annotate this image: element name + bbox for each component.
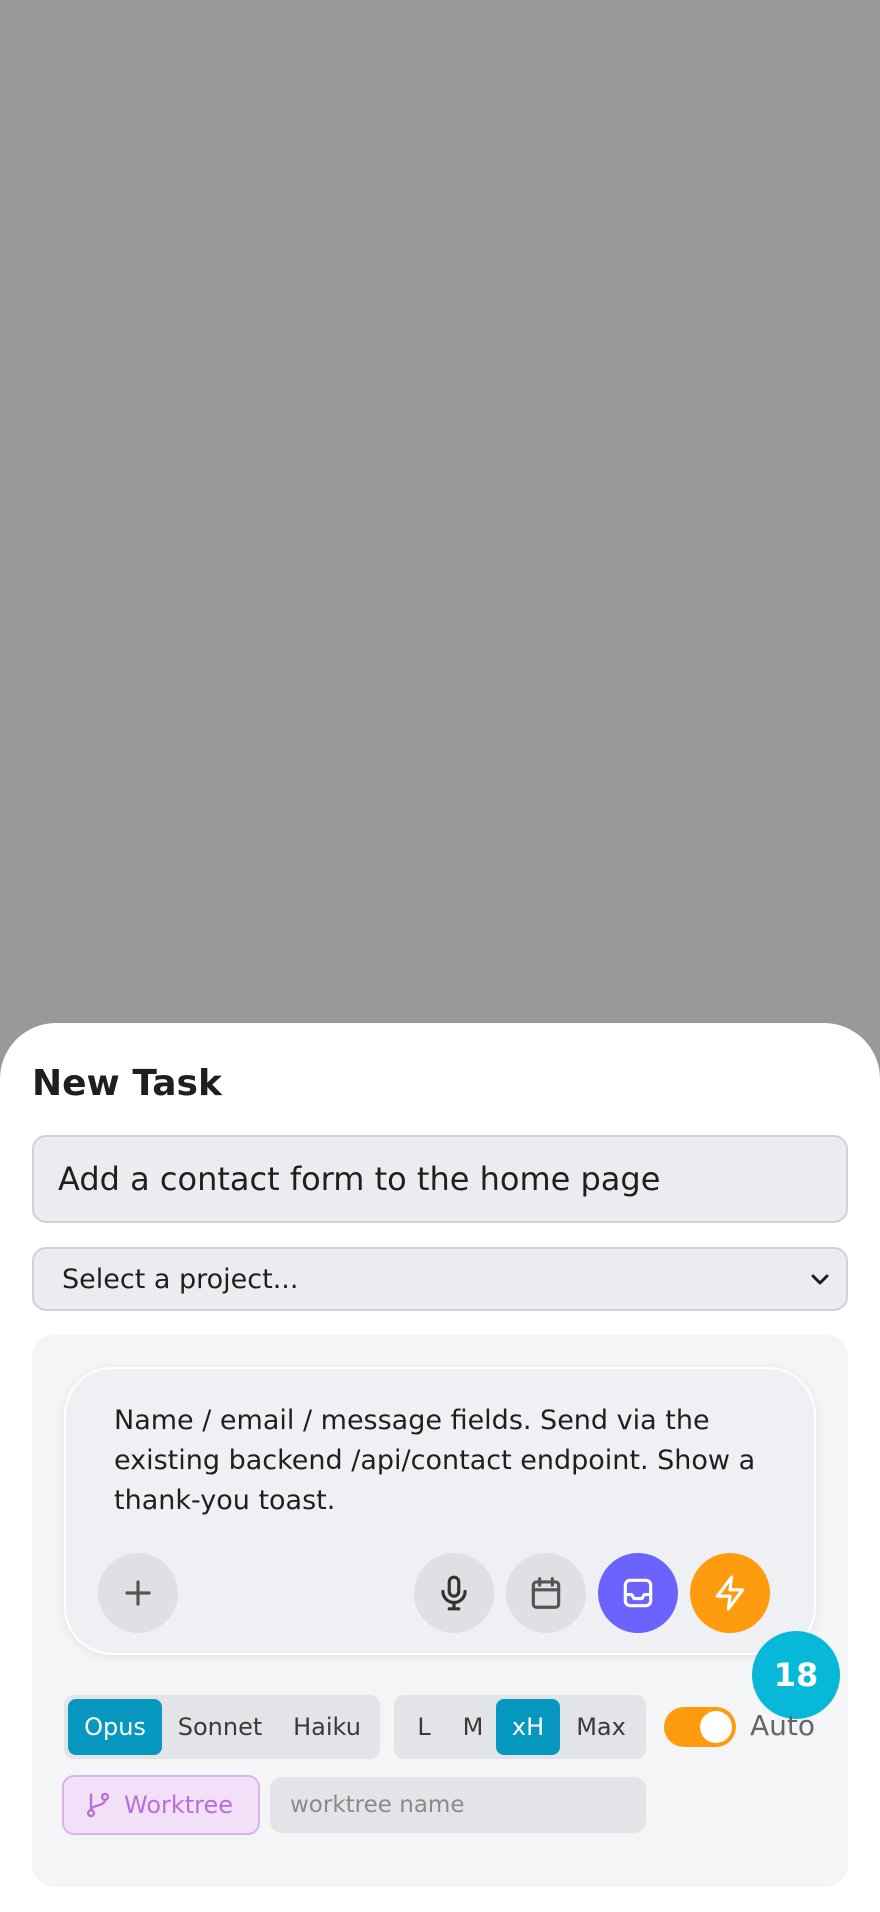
project-select[interactable]: Select a project...	[32, 1247, 848, 1311]
task-count-badge[interactable]: 18	[752, 1631, 840, 1719]
quick-run-button[interactable]	[690, 1553, 770, 1633]
model-option-haiku[interactable]: Haiku	[278, 1699, 376, 1755]
project-select-value: Select a project...	[62, 1263, 299, 1295]
worktree-button[interactable]: Worktree	[62, 1775, 260, 1835]
inbox-icon	[623, 1578, 653, 1608]
task-options-panel: Name / email / message fields. Send via …	[32, 1335, 848, 1887]
model-selector: Opus Sonnet Haiku	[64, 1695, 380, 1759]
prompt-composer: Name / email / message fields. Send via …	[64, 1367, 816, 1655]
sheet-title: New Task	[32, 1063, 222, 1104]
lightning-icon	[715, 1575, 745, 1611]
schedule-button[interactable]	[506, 1553, 586, 1633]
auto-toggle[interactable]	[664, 1707, 736, 1747]
task-title-input[interactable]	[32, 1135, 848, 1223]
voice-input-button[interactable]	[414, 1553, 494, 1633]
effort-option-xh[interactable]: xH	[496, 1699, 560, 1755]
effort-option-max[interactable]: Max	[560, 1699, 642, 1755]
microphone-icon	[441, 1575, 467, 1611]
plus-icon	[125, 1580, 151, 1606]
worktree-name-input[interactable]	[270, 1777, 646, 1833]
attach-button[interactable]	[98, 1553, 178, 1633]
auto-label: Auto	[750, 1709, 816, 1742]
model-option-sonnet[interactable]: Sonnet	[162, 1699, 278, 1755]
calendar-icon	[531, 1577, 561, 1609]
effort-selector: L M xH Max	[394, 1695, 646, 1759]
model-option-opus[interactable]: Opus	[68, 1699, 162, 1755]
git-branch-icon	[86, 1792, 110, 1818]
effort-option-l[interactable]: L	[398, 1699, 450, 1755]
toggle-knob	[700, 1711, 732, 1743]
worktree-button-label: Worktree	[124, 1791, 234, 1819]
prompt-text[interactable]: Name / email / message fields. Send via …	[114, 1401, 764, 1521]
effort-option-m[interactable]: M	[450, 1699, 496, 1755]
inbox-button[interactable]	[598, 1553, 678, 1633]
new-task-sheet: New Task Select a project... Name / emai…	[0, 1023, 880, 1912]
chevron-down-icon	[811, 1274, 829, 1285]
